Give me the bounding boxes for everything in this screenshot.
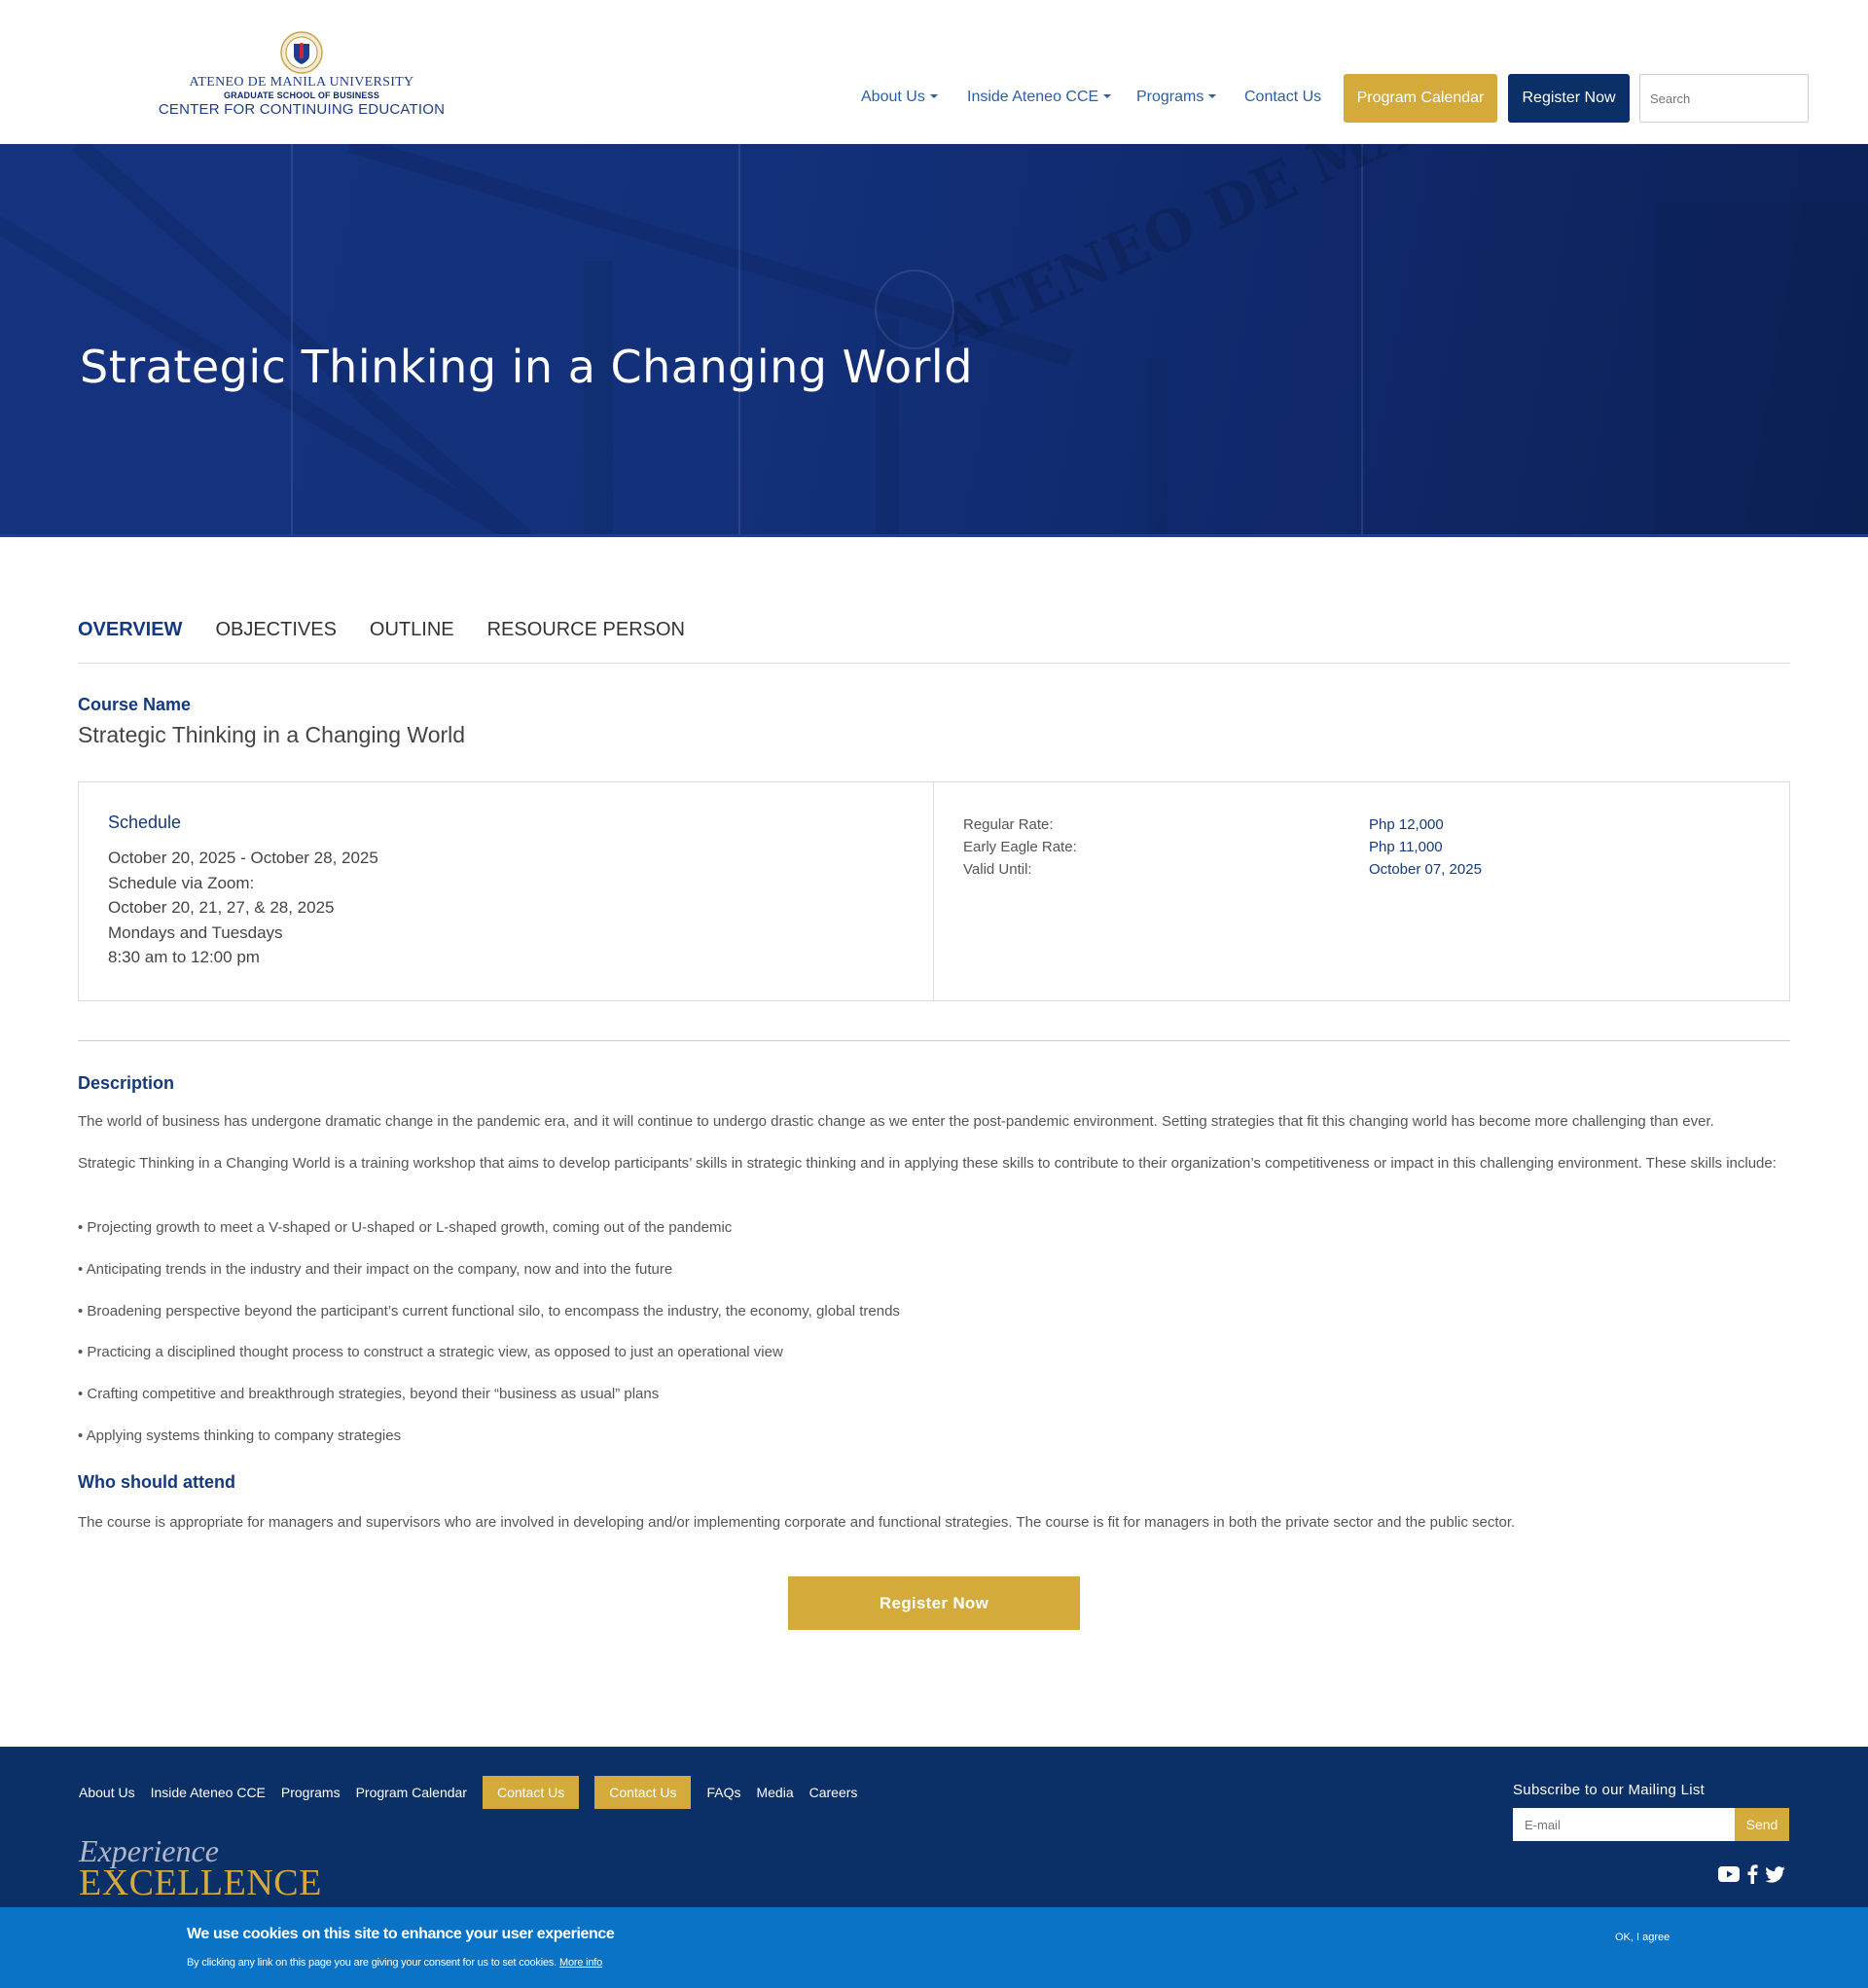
rate-label: Early Eagle Rate: [963,839,1077,855]
rates-table: Regular Rate: Php 12,000 Early Eagle Rat… [963,813,1761,881]
nav-about-us[interactable]: About Us [861,89,938,106]
schedule-title: Schedule [108,813,182,832]
cookie-consent-bar: We use cookies on this site to enhance y… [0,1907,1868,1988]
schedule-box: Schedule October 20, 2025 - October 28, … [78,781,1790,1001]
social-links [1718,1864,1785,1884]
rate-row-valid-until: Valid Until: October 07, 2025 [963,858,1761,881]
footer-link-inside-ateneo[interactable]: Inside Ateneo CCE [151,1785,266,1800]
experience-excellence-logo: Experience EXCELLENCE [79,1833,322,1903]
tab-objectives[interactable]: OBJECTIVES [215,619,336,646]
register-now-header-button[interactable]: Register Now [1508,74,1630,123]
footer-link-faqs[interactable]: FAQs [706,1785,740,1800]
facebook-icon[interactable] [1746,1864,1758,1884]
chevron-down-icon [1208,94,1217,98]
footer-link-media[interactable]: Media [756,1785,793,1800]
tab-resource-person[interactable]: RESOURCE PERSON [487,619,685,646]
cookie-title: We use cookies on this site to enhance y… [187,1926,615,1942]
rate-label: Regular Rate: [963,816,1054,833]
nav-contact-us-label: Contact Us [1244,89,1322,105]
description-paragraph: The world of business has undergone dram… [78,1113,1714,1130]
nav-programs-label: Programs [1136,89,1204,105]
schedule-line: Mondays and Tuesdays [108,922,283,942]
footer-contact-us-button-2[interactable]: Contact Us [594,1776,692,1809]
description-paragraph: Strategic Thinking in a Changing World i… [78,1155,1777,1172]
tab-overview[interactable]: OVERVIEW [78,619,182,646]
hero-banner: ATENEO DE MANILA UNIVERSITY Strategic Th… [0,144,1868,537]
youtube-icon[interactable] [1718,1866,1740,1882]
who-should-attend-heading: Who should attend [78,1472,235,1492]
description-bullet: • Broadening perspective beyond the part… [78,1303,900,1319]
tagline-experience: Experience [79,1833,219,1868]
search-input[interactable] [1639,74,1809,123]
course-name-label: Course Name [78,695,192,714]
cookie-text-row: By clicking any link on this page you ar… [187,1957,602,1969]
schedule-divider [933,782,934,1000]
rate-label: Valid Until: [963,861,1032,878]
schedule-line: 8:30 am to 12:00 pm [108,948,260,966]
nav-inside-ateneo-label: Inside Ateneo CCE [967,89,1099,105]
course-name-value: Strategic Thinking in a Changing World [78,722,466,747]
tabs-divider [78,663,1790,664]
site-logo[interactable]: ATENEO DE MANILA UNIVERSITY GRADUATE SCH… [156,31,448,121]
logo-school-text: GRADUATE SCHOOL OF BUSINESS [223,90,380,100]
logo-center-text: CENTER FOR CONTINUING EDUCATION [158,101,446,118]
cookie-text: By clicking any link on this page you ar… [187,1957,557,1969]
description-bullet: • Applying systems thinking to company s… [78,1428,402,1444]
description-bullet: • Crafting competitive and breakthrough … [78,1386,660,1402]
chevron-down-icon [929,94,938,98]
program-calendar-button[interactable]: Program Calendar [1344,74,1497,123]
cookie-agree-button[interactable]: OK, I agree [1615,1932,1670,1943]
footer-contact-us-button[interactable]: Contact Us [482,1776,580,1809]
rate-value: Php 12,000 [1369,816,1444,833]
tab-outline[interactable]: OUTLINE [370,619,454,646]
description-bullet: • Practicing a disciplined thought proce… [78,1344,783,1360]
rate-row-regular: Regular Rate: Php 12,000 [963,813,1761,836]
who-should-attend-text: The course is appropriate for managers a… [78,1514,1516,1531]
send-button[interactable]: Send [1735,1808,1789,1841]
schedule-details: October 20, 2025 - October 28, 2025 Sche… [108,846,378,970]
footer-link-programs[interactable]: Programs [281,1785,341,1800]
university-seal-icon [280,31,323,74]
site-header: ATENEO DE MANILA UNIVERSITY GRADUATE SCH… [0,0,1868,144]
footer-link-program-calendar[interactable]: Program Calendar [356,1785,467,1800]
rate-value: October 07, 2025 [1369,861,1482,878]
section-divider [78,1040,1790,1041]
nav-inside-ateneo[interactable]: Inside Ateneo CCE [967,89,1112,106]
footer-links: About Us Inside Ateneo CCE Programs Prog… [79,1776,873,1809]
schedule-line: October 20, 2025 - October 28, 2025 [108,849,378,867]
nav-programs[interactable]: Programs [1136,89,1217,106]
description-heading: Description [78,1073,175,1093]
footer-link-about-us[interactable]: About Us [79,1785,135,1800]
schedule-line: October 20, 21, 27, & 28, 2025 [108,898,335,917]
twitter-icon[interactable] [1765,1865,1785,1883]
course-tabs: OVERVIEW OBJECTIVES OUTLINE RESOURCE PER… [78,619,718,646]
description-bullet: • Anticipating trends in the industry an… [78,1261,673,1278]
chevron-down-icon [1103,94,1112,98]
rate-value: Php 11,000 [1369,839,1443,855]
nav-contact-us[interactable]: Contact Us [1244,89,1321,106]
subscribe-title: Subscribe to our Mailing List [1513,1782,1706,1798]
nav-about-us-label: About Us [861,89,925,105]
cookie-more-info-link[interactable]: More info [559,1957,602,1969]
tagline-excellence: EXCELLENCE [79,1862,322,1903]
schedule-line: Schedule via Zoom: [108,873,255,892]
register-now-button[interactable]: Register Now [788,1576,1080,1630]
description-bullet: • Projecting growth to meet a V-shaped o… [78,1219,733,1236]
rate-row-early-eagle: Early Eagle Rate: Php 11,000 [963,836,1761,858]
email-field[interactable] [1513,1808,1735,1841]
logo-university-text: ATENEO DE MANILA UNIVERSITY [189,75,414,90]
page-title: Strategic Thinking in a Changing World [80,341,973,393]
footer-link-careers[interactable]: Careers [809,1785,858,1800]
